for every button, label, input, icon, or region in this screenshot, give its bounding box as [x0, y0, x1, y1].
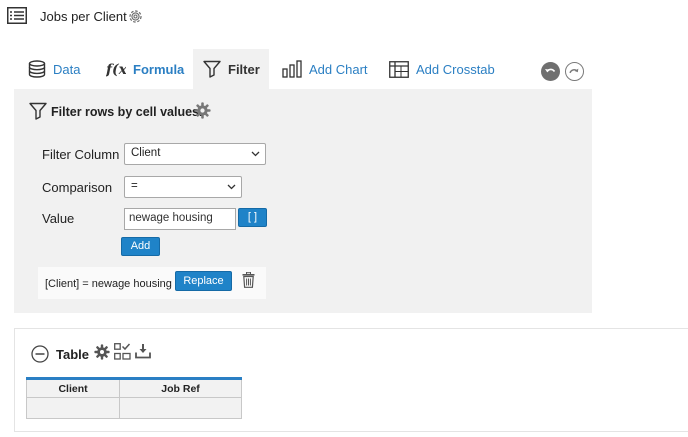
column-header-client[interactable]: Client — [25, 377, 121, 398]
list-icon[interactable] — [7, 7, 27, 24]
value-input[interactable]: newage housing — [124, 208, 236, 230]
trash-icon[interactable] — [242, 272, 255, 288]
tab-formula-label: Formula — [133, 61, 185, 77]
table-cell — [119, 397, 242, 419]
comparison-select[interactable]: = — [124, 176, 242, 198]
settings-gear-icon[interactable] — [127, 8, 144, 25]
column-header-job-ref[interactable]: Job Ref — [119, 377, 242, 398]
tab-filter[interactable]: Filter — [193, 49, 269, 89]
comparison-label: Comparison — [42, 180, 113, 195]
table-header-row: Client Job Ref — [25, 377, 242, 398]
table-panel: Table Client Job Ref — [14, 328, 688, 432]
tab-formula[interactable]: f(x) Formula — [106, 49, 184, 89]
tab-bar: Data f(x) Formula Filter Add Chart Add C… — [14, 49, 594, 89]
add-filter-button[interactable]: Add — [121, 237, 160, 256]
collapse-icon[interactable] — [31, 345, 49, 363]
filter-panel-title: Filter rows by cell values. — [51, 105, 203, 119]
filter-rule-text: [Client] = newage housing — [45, 278, 172, 290]
crosstab-icon — [389, 60, 409, 78]
tab-add-crosstab-label: Add Crosstab — [416, 61, 495, 77]
filter-panel: Filter rows by cell values. Filter Colum… — [14, 89, 592, 313]
filter-column-label: Filter Column — [42, 147, 120, 162]
tab-filter-label: Filter — [228, 61, 260, 77]
table-row — [25, 397, 242, 419]
database-icon — [28, 60, 46, 78]
insert-brackets-button[interactable]: [ ] — [238, 208, 267, 227]
tab-data[interactable]: Data — [28, 49, 80, 89]
bar-chart-icon — [282, 60, 302, 78]
header: Jobs per Client — [0, 0, 688, 34]
filter-rule-item: [Client] = newage housing Replace — [38, 267, 266, 299]
filter-column-select[interactable]: Client — [124, 143, 266, 165]
redo-icon[interactable] — [565, 62, 584, 81]
svg-text:f(x): f(x) — [106, 62, 126, 78]
value-label: Value — [42, 211, 75, 226]
funnel-icon — [203, 60, 221, 78]
undo-icon[interactable] — [541, 62, 560, 81]
table-cell — [25, 397, 121, 419]
column-select-icon[interactable] — [114, 343, 131, 360]
gear-icon[interactable] — [94, 344, 110, 360]
comparison-value: = — [131, 180, 138, 192]
function-icon: f(x) — [106, 62, 126, 78]
replace-button[interactable]: Replace — [175, 271, 232, 291]
tab-add-crosstab[interactable]: Add Crosstab — [389, 49, 495, 89]
funnel-icon — [29, 102, 47, 120]
filter-column-value: Client — [131, 147, 161, 159]
tab-data-label: Data — [53, 61, 81, 77]
table-title: Table — [56, 347, 89, 362]
tab-add-chart-label: Add Chart — [309, 61, 368, 77]
data-table: Client Job Ref — [25, 377, 242, 419]
gear-icon[interactable] — [194, 102, 211, 119]
download-icon[interactable] — [135, 343, 151, 359]
chevron-down-icon — [227, 184, 236, 190]
tab-add-chart[interactable]: Add Chart — [282, 49, 368, 89]
chevron-down-icon — [251, 151, 260, 157]
page-title: Jobs per Client — [40, 9, 127, 24]
